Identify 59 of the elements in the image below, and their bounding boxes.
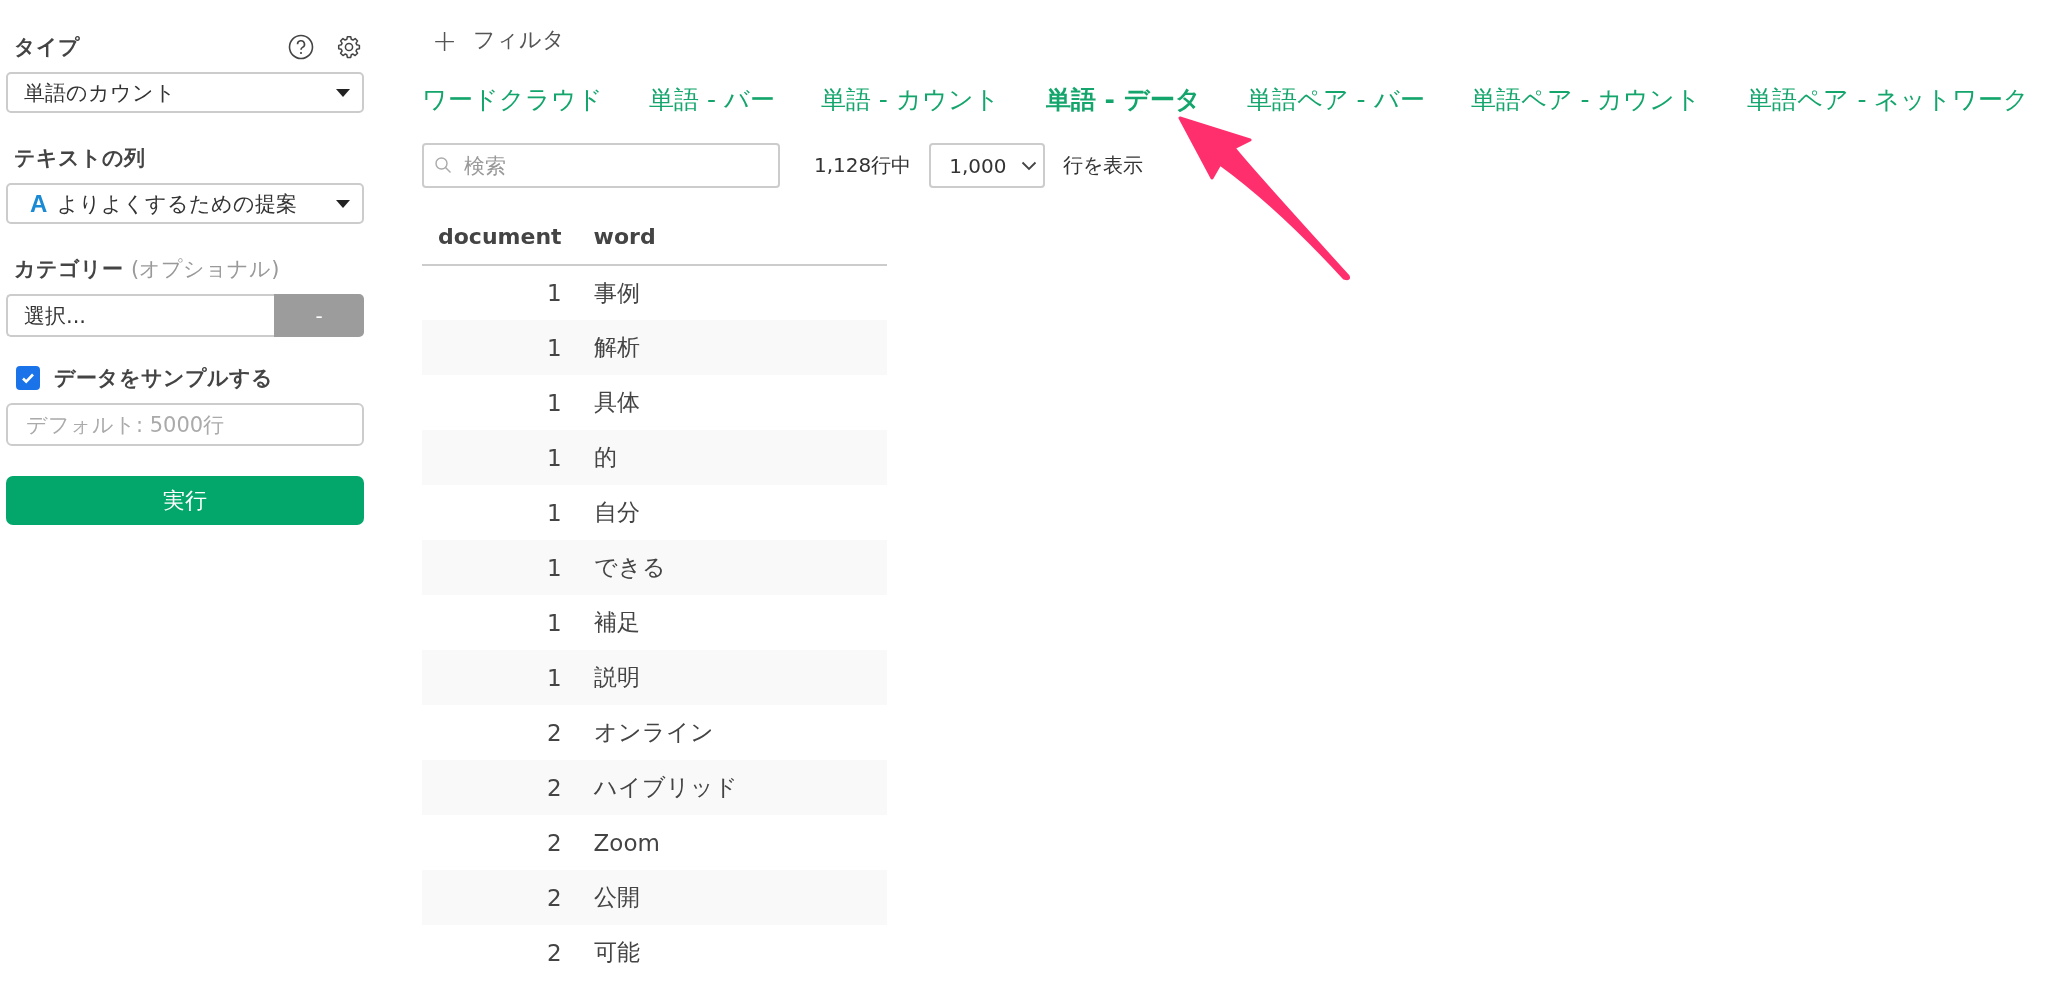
field-hint: (オプショナル)	[131, 256, 280, 283]
table-cell: 1	[422, 265, 578, 320]
tab[interactable]: 単語 - データ	[1045, 81, 1201, 117]
text-type-icon: A	[30, 189, 48, 218]
field-label: カテゴリー	[14, 256, 123, 283]
table-cell: できる	[577, 540, 887, 595]
rows-dropdown[interactable]: 1,000	[929, 143, 1045, 188]
tab[interactable]: 単語ペア - バー	[1246, 81, 1425, 117]
text-column-dropdown[interactable]: A よりよくするための提案	[6, 183, 364, 224]
checkbox-label: データをサンプルする	[54, 365, 273, 392]
filter-button[interactable]: + フィルタ	[422, 22, 566, 58]
caret-icon	[336, 88, 350, 97]
table-cell: 1	[422, 595, 578, 650]
table-cell: 解析	[577, 320, 887, 375]
table-cell: ハイブリッド	[577, 760, 887, 815]
table-cell: Zoom	[577, 815, 887, 870]
chevron-icon	[1020, 160, 1037, 171]
table-cell: 2	[422, 760, 578, 815]
column-header[interactable]: word	[577, 208, 887, 265]
clear-button[interactable]: -	[274, 294, 364, 337]
table-cell: 1	[422, 540, 578, 595]
tab[interactable]: ワードクラウド	[422, 81, 603, 117]
tab[interactable]: 単語 - バー	[649, 81, 775, 117]
table-cell: 補足	[577, 595, 887, 650]
table-cell: 2	[422, 705, 578, 760]
tab[interactable]: 単語 - カウント	[820, 81, 1000, 117]
tab[interactable]: 単語ペア - ネットワーク	[1747, 81, 2030, 117]
row-count: 1,128行中	[814, 152, 912, 179]
table-cell: 2	[422, 925, 578, 980]
table-cell: 公開	[577, 870, 887, 925]
table-cell: 1	[422, 320, 578, 375]
field-label: テキストの列	[14, 145, 145, 172]
table-cell: 可能	[577, 925, 887, 980]
settings-icon[interactable]	[336, 34, 362, 60]
search-field[interactable]: 検索	[422, 143, 780, 188]
column-header[interactable]: document	[422, 208, 578, 265]
search-icon	[434, 156, 452, 174]
category-dropdown[interactable]: 選択...	[6, 294, 274, 337]
checkbox[interactable]	[16, 366, 40, 390]
table-cell: 具体	[577, 375, 887, 430]
sample-size-input[interactable]: デフォルト: 5000行	[6, 403, 364, 446]
table-cell: 1	[422, 430, 578, 485]
rows-label: 行を表示	[1062, 152, 1143, 179]
field-label: タイプ	[14, 34, 80, 61]
table-cell: 事例	[577, 265, 887, 320]
table-cell: 2	[422, 815, 578, 870]
table-cell: 1	[422, 375, 578, 430]
table-cell: 1	[422, 485, 578, 540]
table-cell: 的	[577, 430, 887, 485]
type-dropdown[interactable]: 単語のカウント	[6, 72, 364, 113]
table-cell: 1	[422, 650, 578, 705]
table-cell: 自分	[577, 485, 887, 540]
run-button[interactable]: 実行	[6, 476, 364, 525]
table-cell: 説明	[577, 650, 887, 705]
help-icon[interactable]	[288, 34, 314, 60]
table-cell: オンライン	[577, 705, 887, 760]
table-cell: 2	[422, 870, 578, 925]
tab[interactable]: 単語ペア - カウント	[1470, 81, 1702, 117]
caret-icon	[336, 199, 350, 208]
